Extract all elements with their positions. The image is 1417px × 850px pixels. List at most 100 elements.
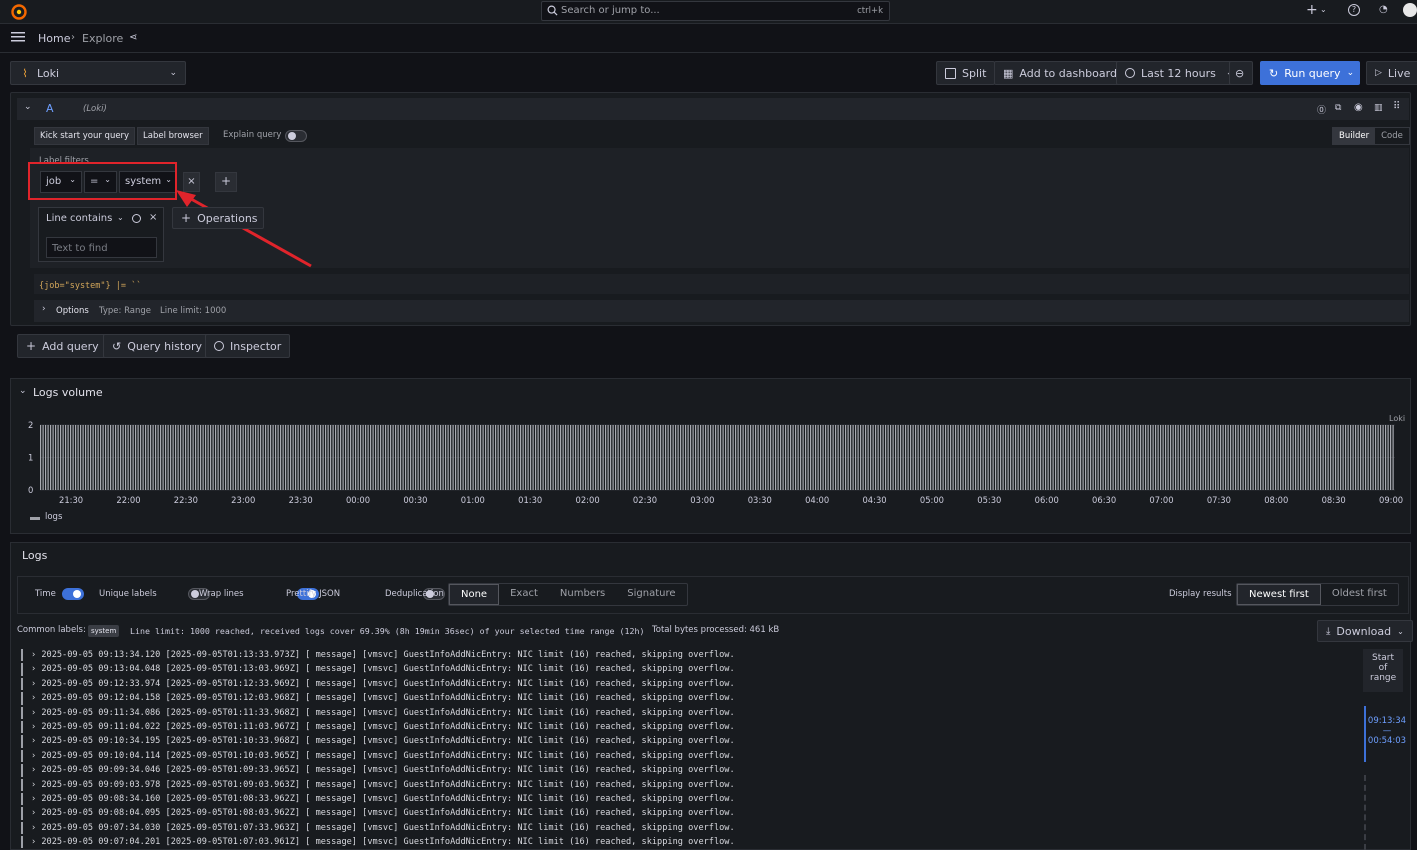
help-icon[interactable]: ? xyxy=(1348,4,1360,16)
chevron-down-icon[interactable]: ⌄ xyxy=(117,213,124,222)
label-browser-button[interactable]: Label browser xyxy=(137,127,209,145)
share-icon[interactable]: ⋖ xyxy=(129,32,137,43)
start-of-range-button[interactable]: Start of range xyxy=(1363,649,1403,692)
volume-bar xyxy=(1237,425,1239,490)
info-icon[interactable] xyxy=(132,214,141,223)
volume-bar xyxy=(1362,425,1364,490)
chevron-right-icon[interactable]: › xyxy=(31,794,41,804)
menu-icon[interactable] xyxy=(11,31,25,46)
log-row[interactable]: › 2025-09-05 09:13:34.120 [2025-09-05T01… xyxy=(19,648,1349,662)
log-row[interactable]: › 2025-09-05 09:07:04.201 [2025-09-05T01… xyxy=(19,835,1349,849)
sort-oldest-first[interactable]: Oldest first xyxy=(1321,584,1398,605)
legend-series-label[interactable]: logs xyxy=(45,512,62,522)
chevron-right-icon[interactable]: › xyxy=(31,736,41,746)
dedup-none[interactable]: None xyxy=(449,584,500,605)
chevron-right-icon[interactable]: › xyxy=(31,808,41,818)
volume-bar xyxy=(1212,425,1214,490)
volume-bar xyxy=(810,425,812,490)
log-row[interactable]: › 2025-09-05 09:08:04.095 [2025-09-05T01… xyxy=(19,806,1349,821)
volume-bar xyxy=(842,425,844,490)
search-bar[interactable]: Search or jump to... ctrl+k xyxy=(541,1,890,21)
chevron-right-icon[interactable]: › xyxy=(31,780,41,790)
line-filter-input[interactable]: Text to find xyxy=(46,237,157,258)
split-button[interactable]: Split xyxy=(936,61,996,85)
chevron-right-icon[interactable]: › xyxy=(31,693,41,703)
chevron-right-icon[interactable]: › xyxy=(31,837,41,847)
volume-bar xyxy=(912,425,914,490)
chevron-down-icon[interactable]: ⌄ xyxy=(1320,5,1327,14)
trash-icon[interactable]: ▥ xyxy=(1374,103,1383,113)
time-range-picker[interactable]: Last 12 hours ⌄ xyxy=(1116,61,1243,85)
live-button[interactable]: ▷ Live xyxy=(1366,61,1417,85)
chevron-right-icon[interactable]: › xyxy=(31,664,41,674)
volume-bar xyxy=(537,425,539,490)
chevron-right-icon[interactable]: › xyxy=(31,722,41,732)
chevron-right-icon[interactable]: › xyxy=(31,708,41,718)
breadcrumb-home[interactable]: Home xyxy=(38,32,70,45)
logs-meta-row: Common labels: xyxy=(17,625,86,635)
kick-start-button[interactable]: Kick start your query xyxy=(34,127,136,145)
chevron-down-icon[interactable]: ⌄ xyxy=(19,386,27,396)
volume-bar xyxy=(880,425,882,490)
volume-bar xyxy=(1247,425,1249,490)
log-row[interactable]: › 2025-09-05 09:13:04.048 [2025-09-05T01… xyxy=(19,662,1349,677)
volume-bar xyxy=(1015,425,1017,490)
volume-bar xyxy=(252,425,254,490)
rss-icon[interactable]: ◔ xyxy=(1379,4,1388,15)
chevron-down-icon[interactable]: ⌄ xyxy=(1347,68,1355,78)
close-icon[interactable]: × xyxy=(149,212,157,223)
explain-query-toggle[interactable] xyxy=(285,130,307,142)
volume-bar xyxy=(512,425,514,490)
eye-icon[interactable]: ◉ xyxy=(1354,102,1363,113)
log-row[interactable]: › 2025-09-05 09:10:34.195 [2025-09-05T01… xyxy=(19,734,1349,749)
range-navigator[interactable]: 09:13:34 — 00:54:03 xyxy=(1364,706,1408,762)
avatar[interactable] xyxy=(1403,3,1417,17)
operations-button[interactable]: + Operations xyxy=(172,207,264,229)
query-ref-id[interactable]: A xyxy=(46,102,54,115)
inspector-button[interactable]: Inspector xyxy=(205,334,291,358)
collapse-chevron-icon[interactable]: ⌄ xyxy=(24,102,32,112)
time-toggle[interactable] xyxy=(62,588,84,600)
log-row[interactable]: › 2025-09-05 09:10:04.114 [2025-09-05T01… xyxy=(19,749,1349,763)
chevron-right-icon[interactable]: › xyxy=(31,823,41,833)
log-row[interactable]: › 2025-09-05 09:09:34.046 [2025-09-05T01… xyxy=(19,763,1349,777)
duplicate-icon[interactable]: ⧉ xyxy=(1335,103,1341,113)
code-mode-button[interactable]: Code xyxy=(1375,128,1409,144)
sort-newest-first[interactable]: Newest first xyxy=(1237,584,1321,605)
dedup-numbers[interactable]: Numbers xyxy=(549,584,616,605)
query-history-button[interactable]: ↺ Query history xyxy=(103,334,211,358)
chevron-right-icon[interactable]: › xyxy=(31,751,41,761)
x-tick-label: 05:00 xyxy=(920,495,944,505)
chevron-right-icon[interactable]: › xyxy=(31,679,41,689)
log-row[interactable]: › 2025-09-05 09:08:34.160 [2025-09-05T01… xyxy=(19,792,1349,806)
add-query-button[interactable]: + Add query xyxy=(17,334,108,358)
logs-volume-title[interactable]: Logs volume xyxy=(33,386,103,399)
log-row[interactable]: › 2025-09-05 09:12:04.158 [2025-09-05T01… xyxy=(19,691,1349,705)
breadcrumb-explore[interactable]: Explore xyxy=(82,32,123,45)
dedup-exact[interactable]: Exact xyxy=(499,584,549,605)
log-row[interactable]: › 2025-09-05 09:09:03.978 [2025-09-05T01… xyxy=(19,778,1349,792)
datasource-picker[interactable]: ⌇ Loki ⌄ xyxy=(10,61,186,85)
grafana-logo-icon[interactable] xyxy=(10,3,28,21)
log-row[interactable]: › 2025-09-05 09:07:34.030 [2025-09-05T01… xyxy=(19,821,1349,835)
drag-handle-icon[interactable]: ⠿ xyxy=(1393,101,1400,112)
run-query-button[interactable]: ↻ Run query ⌄ xyxy=(1260,61,1360,85)
volume-bar xyxy=(1162,425,1164,490)
download-button[interactable]: ⤓ Download ⌄ xyxy=(1317,620,1413,642)
help-icon[interactable]: ⓪ xyxy=(1317,103,1326,116)
log-row[interactable]: › 2025-09-05 09:11:04.022 [2025-09-05T01… xyxy=(19,720,1349,734)
add-to-dashboard-button[interactable]: ▦ Add to dashboard xyxy=(994,61,1126,85)
chevron-right-icon[interactable]: › xyxy=(31,650,41,660)
line-op-title[interactable]: Line contains xyxy=(46,213,112,224)
log-row[interactable]: › 2025-09-05 09:11:34.086 [2025-09-05T01… xyxy=(19,706,1349,720)
volume-bar xyxy=(1372,425,1374,490)
dedup-signature[interactable]: Signature xyxy=(616,584,686,605)
volume-bar xyxy=(302,425,304,490)
builder-mode-button[interactable]: Builder xyxy=(1333,128,1376,144)
log-row[interactable]: › 2025-09-05 09:12:33.974 [2025-09-05T01… xyxy=(19,677,1349,691)
zoom-out-button[interactable]: ⊖ xyxy=(1229,61,1253,85)
chevron-right-icon[interactable]: › xyxy=(31,765,41,775)
volume-bar xyxy=(115,425,117,490)
query-options-row[interactable]: › Options Type: Range Line limit: 1000 xyxy=(34,300,1409,322)
add-icon[interactable]: + xyxy=(1306,2,1318,18)
